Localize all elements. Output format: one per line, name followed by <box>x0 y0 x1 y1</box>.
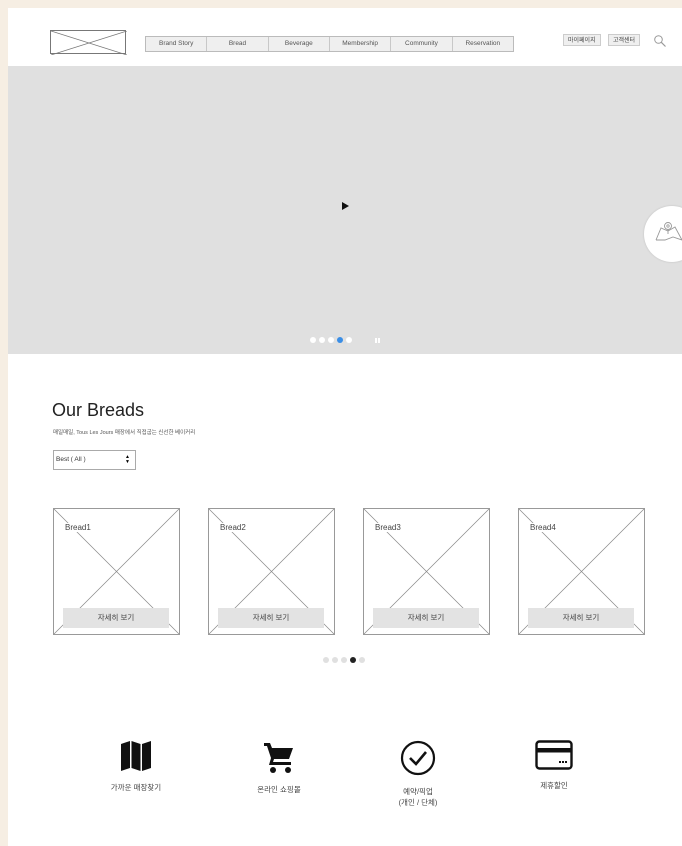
nav-beverage[interactable]: Beverage <box>269 37 330 51</box>
bread-filter-select[interactable]: Best ( All ) ▲ ▼ <box>53 450 136 470</box>
mypage-button[interactable]: 마이페이지 <box>563 34 601 46</box>
bread-card-title: Bread1 <box>65 523 91 532</box>
detail-button[interactable]: 자세히 보기 <box>373 608 479 628</box>
feature-store-finder[interactable]: 가까운 매장찾기 <box>86 740 186 793</box>
section-title: Our Breads <box>52 400 145 420</box>
bread-card[interactable]: Bread2 자세히 보기 <box>208 508 335 635</box>
hero-dot-active[interactable] <box>337 337 343 343</box>
bread-card[interactable]: Bread4 자세히 보기 <box>518 508 645 635</box>
bread-dot[interactable] <box>341 657 347 663</box>
map-icon <box>655 222 682 241</box>
nav-membership[interactable]: Membership <box>330 37 392 51</box>
bread-dot[interactable] <box>323 657 329 663</box>
detail-button[interactable]: 자세히 보기 <box>218 608 324 628</box>
bread-card-title: Bread4 <box>530 523 556 532</box>
bread-dot-active[interactable] <box>350 657 356 663</box>
check-circle-icon <box>400 740 436 776</box>
bread-filter-value: Best ( All ) <box>56 456 86 463</box>
hero-pagination <box>310 337 352 343</box>
nav-brand-story[interactable]: Brand Story <box>146 37 208 51</box>
bread-card[interactable]: Bread3 자세히 보기 <box>363 508 490 635</box>
nav-reservation[interactable]: Reservation <box>453 37 513 51</box>
nav-community[interactable]: Community <box>391 37 453 51</box>
logo-placeholder-cross <box>51 31 127 55</box>
main-nav: Brand Story Bread Beverage Membership Co… <box>145 36 514 52</box>
feature-label: 온라인 쇼핑몰 <box>257 785 301 794</box>
feature-reservation[interactable]: 예약/픽업 (개인 / 단체) <box>368 740 468 808</box>
bread-dot[interactable] <box>359 657 365 663</box>
page: Brand Story Bread Beverage Membership Co… <box>8 8 682 846</box>
bread-card-title: Bread2 <box>220 523 246 532</box>
feature-label: 예약/픽업 (개인 / 단체) <box>398 787 438 807</box>
pause-icon[interactable] <box>375 338 380 343</box>
hero-dot[interactable] <box>328 337 334 343</box>
cart-icon <box>264 743 293 773</box>
customer-center-button[interactable]: 고객센터 <box>608 34 641 46</box>
logo-placeholder[interactable] <box>50 30 127 55</box>
feature-label: 가까운 매장찾기 <box>110 783 162 792</box>
bread-card[interactable]: Bread1 자세히 보기 <box>53 508 180 635</box>
hero-dot[interactable] <box>346 337 352 343</box>
bread-dot[interactable] <box>332 657 338 663</box>
feature-label: 제휴할인 <box>540 781 568 790</box>
map-icon <box>121 741 151 771</box>
feature-online-shop[interactable]: 온라인 쇼핑몰 <box>229 740 329 795</box>
play-icon[interactable] <box>342 202 349 210</box>
search-icon[interactable] <box>653 34 667 48</box>
bread-pagination <box>323 657 365 663</box>
select-arrows-icon: ▲ ▼ <box>125 454 130 465</box>
section-subtitle: 매일매일, Tous Les Jours 매장에서 직접굽는 신선한 베이커리 <box>53 430 196 436</box>
bread-card-title: Bread3 <box>375 523 401 532</box>
credit-card-icon <box>535 740 573 770</box>
hero-banner[interactable] <box>8 66 682 354</box>
nav-bread[interactable]: Bread <box>207 37 269 51</box>
detail-button[interactable]: 자세히 보기 <box>528 608 634 628</box>
detail-button[interactable]: 자세히 보기 <box>63 608 169 628</box>
hero-dot[interactable] <box>319 337 325 343</box>
feature-partner-discount[interactable]: 제휴할인 <box>504 740 604 791</box>
hero-dot[interactable] <box>310 337 316 343</box>
